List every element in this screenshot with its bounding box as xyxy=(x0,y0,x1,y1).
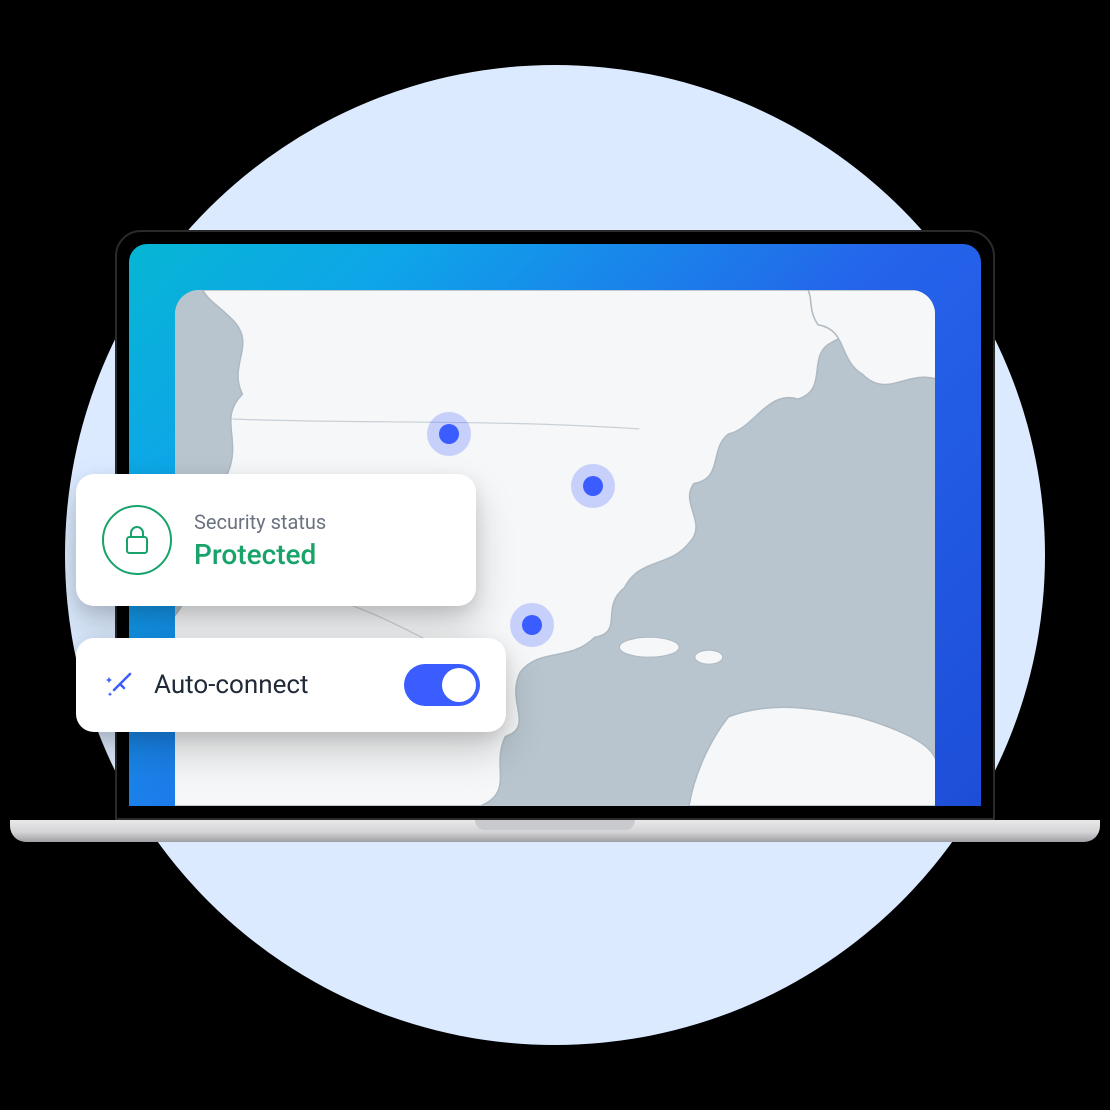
security-status-card: Security status Protected xyxy=(76,474,476,606)
auto-connect-toggle[interactable] xyxy=(404,664,480,706)
security-status-label: Security status xyxy=(194,510,326,534)
map-marker[interactable] xyxy=(510,603,554,647)
map-marker[interactable] xyxy=(427,412,471,456)
security-status-value: Protected xyxy=(194,538,326,571)
lock-icon xyxy=(102,505,172,575)
laptop-hinge-notch xyxy=(475,820,635,830)
magic-wand-icon xyxy=(102,668,136,702)
map-marker[interactable] xyxy=(571,464,615,508)
auto-connect-card: Auto-connect xyxy=(76,638,506,732)
laptop-base xyxy=(10,820,1100,842)
auto-connect-label: Auto-connect xyxy=(154,670,386,700)
toggle-knob xyxy=(442,668,476,702)
